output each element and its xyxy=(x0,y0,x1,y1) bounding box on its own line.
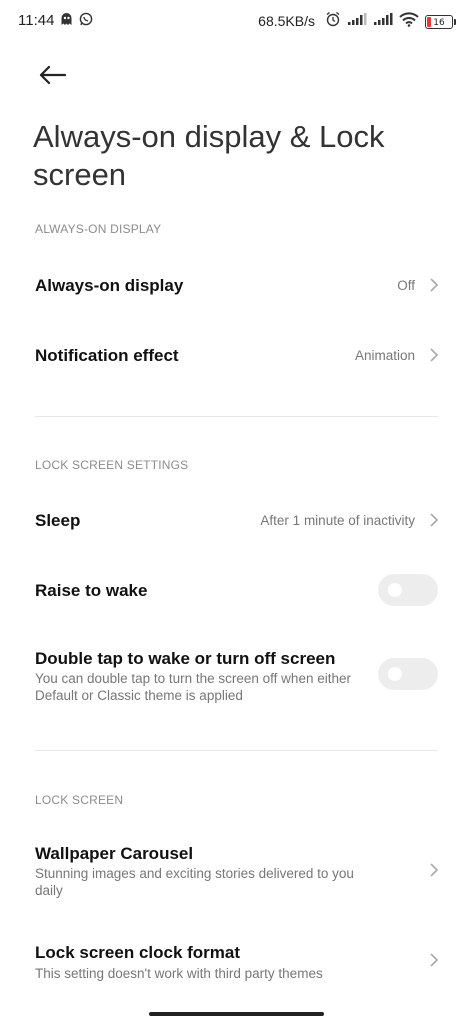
status-right-icons: 16 xyxy=(325,11,456,32)
double-tap-toggle[interactable] xyxy=(378,658,438,690)
divider xyxy=(35,416,438,417)
status-bar: 11:44 68.5KB/s 16 xyxy=(0,0,473,40)
row-title: Raise to wake xyxy=(35,581,148,600)
lock-screen-clock-format-row[interactable]: Lock screen clock format This setting do… xyxy=(0,934,473,994)
row-value: Animation xyxy=(354,348,415,363)
back-arrow-icon xyxy=(38,65,67,90)
signal-icon xyxy=(373,12,393,31)
ghost-notification-icon xyxy=(60,12,73,31)
whatsapp-icon xyxy=(79,12,93,31)
toggle-knob xyxy=(388,583,402,597)
toggle-knob xyxy=(388,667,402,681)
section-header-lock-screen: LOCK SCREEN xyxy=(35,793,124,807)
chevron-right-icon xyxy=(429,952,439,968)
signal-icon xyxy=(347,12,367,31)
raise-to-wake-row[interactable]: Raise to wake xyxy=(0,555,473,625)
section-header-lock-settings: LOCK SCREEN SETTINGS xyxy=(35,458,189,472)
row-title: Always-on display xyxy=(35,276,184,295)
row-title: Sleep xyxy=(35,511,81,530)
wallpaper-carousel-row[interactable]: Wallpaper Carousel Stunning images and e… xyxy=(0,835,473,910)
sleep-row[interactable]: Sleep After 1 minute of inactivity xyxy=(0,485,473,555)
double-tap-row[interactable]: Double tap to wake or turn off screen Yo… xyxy=(0,640,473,720)
notification-effect-row[interactable]: Notification effect Animation xyxy=(0,320,473,390)
chevron-right-icon xyxy=(429,512,439,528)
raise-to-wake-toggle[interactable] xyxy=(378,574,438,606)
home-indicator[interactable] xyxy=(149,1012,324,1016)
alarm-icon xyxy=(325,11,341,32)
battery-icon: 16 xyxy=(425,14,456,29)
row-subtitle: This setting doesn't work with third par… xyxy=(35,966,323,981)
divider xyxy=(35,750,438,751)
row-title: Lock screen clock format xyxy=(35,943,241,962)
row-value: After 1 minute of inactivity xyxy=(260,513,415,528)
status-time: 11:44 xyxy=(18,12,55,29)
network-speed: 68.5KB/s xyxy=(258,13,315,29)
chevron-right-icon xyxy=(429,862,439,878)
section-header-always-on: ALWAYS-ON DISPLAY xyxy=(35,222,162,236)
page-title: Always-on display & Lock screen xyxy=(33,119,385,192)
row-title: Notification effect xyxy=(35,346,179,365)
chevron-right-icon xyxy=(429,277,439,293)
always-on-display-row[interactable]: Always-on display Off xyxy=(0,250,473,320)
status-left-icons xyxy=(60,12,93,31)
row-title: Wallpaper Carousel xyxy=(35,844,194,863)
wifi-icon xyxy=(399,11,419,32)
row-title: Double tap to wake or turn off screen xyxy=(35,649,336,668)
row-value: Off xyxy=(397,278,415,293)
battery-fill xyxy=(427,16,431,27)
chevron-right-icon xyxy=(429,347,439,363)
back-button[interactable] xyxy=(36,62,68,92)
row-subtitle: Stunning images and exciting stories del… xyxy=(35,866,354,898)
row-subtitle: You can double tap to turn the screen of… xyxy=(35,671,351,703)
battery-level: 16 xyxy=(433,17,445,28)
